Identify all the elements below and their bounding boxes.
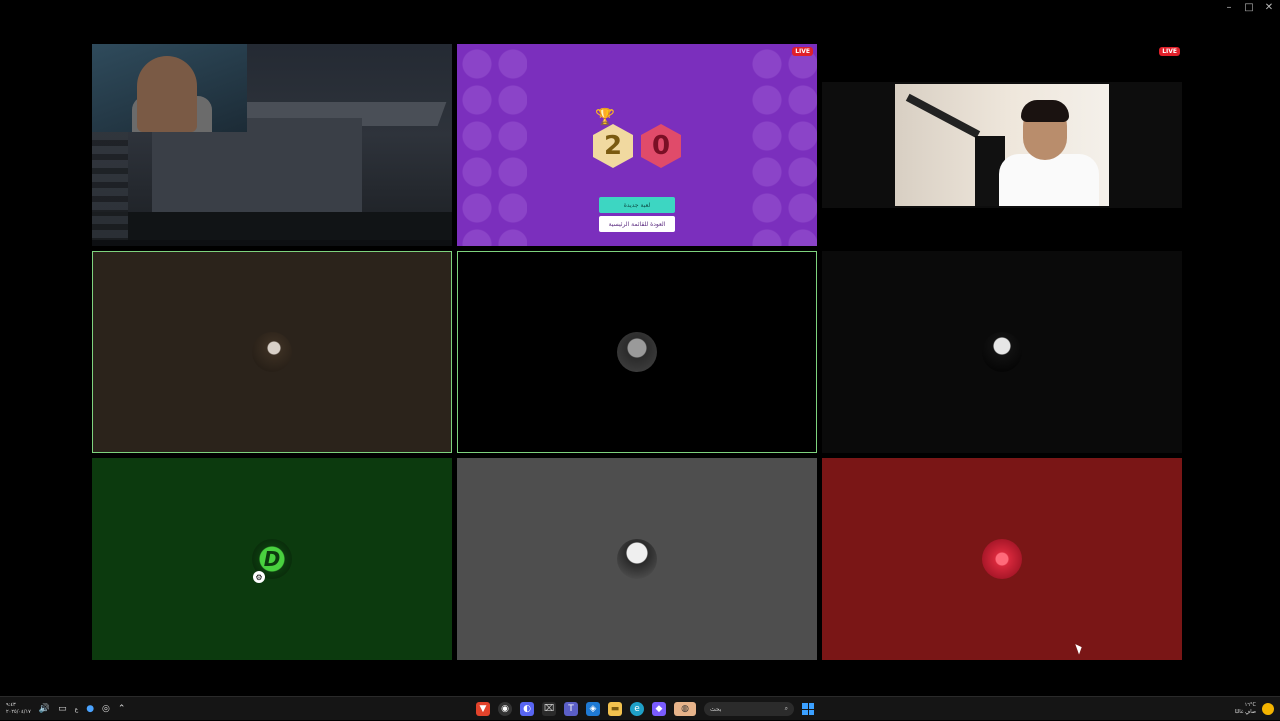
window-controls: – □ ✕ [1224, 2, 1274, 13]
volume-icon[interactable]: 🔊 [39, 704, 50, 714]
teams-icon[interactable]: T [564, 702, 578, 716]
game-share-tile[interactable]: LIVE 🏆 2 0 لعبة جديدة العودة للقائمة الر… [457, 44, 817, 246]
clock[interactable]: ٩:٤٣ ٢٠٢٥/٠٤/١٧ [6, 702, 31, 716]
live-badge: LIVE [792, 47, 813, 56]
widgets-icon[interactable]: ◍ [674, 702, 696, 716]
vscode-icon[interactable]: ◈ [586, 702, 600, 716]
weather-temp: ١٦°C [1244, 702, 1256, 708]
weather-desc: صافٍ غالبًا [1234, 709, 1256, 715]
score-right: 0 [641, 124, 681, 168]
screen-share-tile[interactable] [92, 44, 452, 246]
clock-date: ٢٠٢٥/٠٤/١٧ [6, 709, 31, 715]
weather-widget[interactable]: ١٦°C صافٍ غالبًا [1235, 697, 1274, 721]
participant-tile[interactable] [822, 458, 1182, 660]
person-hair [1021, 100, 1069, 122]
person-body [999, 154, 1099, 206]
search-box[interactable]: بحث ⌕ [704, 702, 794, 716]
desktop-icons [92, 132, 128, 242]
status-badge: ⚙ [253, 571, 265, 583]
clock-time: ٩:٤٣ [6, 702, 16, 708]
mic-icon[interactable]: ● [86, 704, 94, 714]
avatar [982, 332, 1022, 372]
avatar [617, 332, 657, 372]
minimize-button[interactable]: – [1224, 2, 1234, 13]
brave-icon[interactable]: ▼ [476, 702, 490, 716]
avatar [617, 539, 657, 579]
camera-tile[interactable]: LIVE [822, 44, 1182, 246]
network-icon[interactable]: ▭ [58, 704, 67, 714]
obs-icon[interactable]: ◉ [498, 702, 512, 716]
camera-feed [895, 84, 1109, 206]
live-badge: LIVE [1159, 47, 1180, 56]
avatar [982, 539, 1022, 579]
participant-tile[interactable] [457, 458, 817, 660]
scene-building [152, 118, 362, 214]
hex-pattern-right [747, 44, 817, 246]
participant-tile[interactable] [92, 251, 452, 453]
taskbar: ٩:٤٣ ٢٠٢٥/٠٤/١٧ 🔊 ▭ ع ● ◎ ⌃ ▼ ◉ ◐ ⌧ T ◈ … [0, 696, 1280, 720]
main-menu-button[interactable]: العودة للقائمة الرئيسية [599, 216, 675, 232]
score-left: 2 [593, 124, 633, 168]
maximize-button[interactable]: □ [1244, 2, 1254, 13]
terminal-icon[interactable]: ⌧ [542, 702, 556, 716]
search-icon: ⌕ [784, 705, 788, 712]
participant-tile[interactable] [457, 251, 817, 453]
close-button[interactable]: ✕ [1264, 2, 1274, 13]
folder-icon[interactable]: ▬ [608, 702, 622, 716]
tray-app-icon[interactable]: ◎ [102, 704, 110, 714]
chevron-up-icon[interactable]: ⌃ [118, 704, 126, 714]
shared-taskbar [92, 240, 452, 246]
hex-pattern-left [457, 44, 527, 246]
avatar [252, 332, 292, 372]
system-tray: ٩:٤٣ ٢٠٢٥/٠٤/١٧ 🔊 ▭ ع ● ◎ ⌃ [6, 697, 125, 721]
copilot-icon[interactable]: ◆ [652, 702, 666, 716]
new-game-button[interactable]: لعبة جديدة [599, 197, 675, 213]
discord-icon[interactable]: ◐ [520, 702, 534, 716]
windows-start-icon[interactable] [802, 703, 814, 715]
taskbar-apps: ▼ ◉ ◐ ⌧ T ◈ ▬ e ◆ ◍ بحث ⌕ [476, 697, 814, 721]
language-indicator[interactable]: ع [75, 706, 79, 713]
streamer-webcam [92, 44, 247, 132]
streamer-figure [137, 56, 197, 132]
sun-icon [1262, 703, 1274, 715]
search-placeholder: بحث [710, 705, 722, 713]
participant-tile[interactable]: D ⚙ [92, 458, 452, 660]
edge-icon[interactable]: e [630, 702, 644, 716]
participant-tile[interactable] [822, 251, 1182, 453]
mic-arm [905, 93, 981, 139]
trophy-icon: 🏆 [595, 107, 615, 126]
